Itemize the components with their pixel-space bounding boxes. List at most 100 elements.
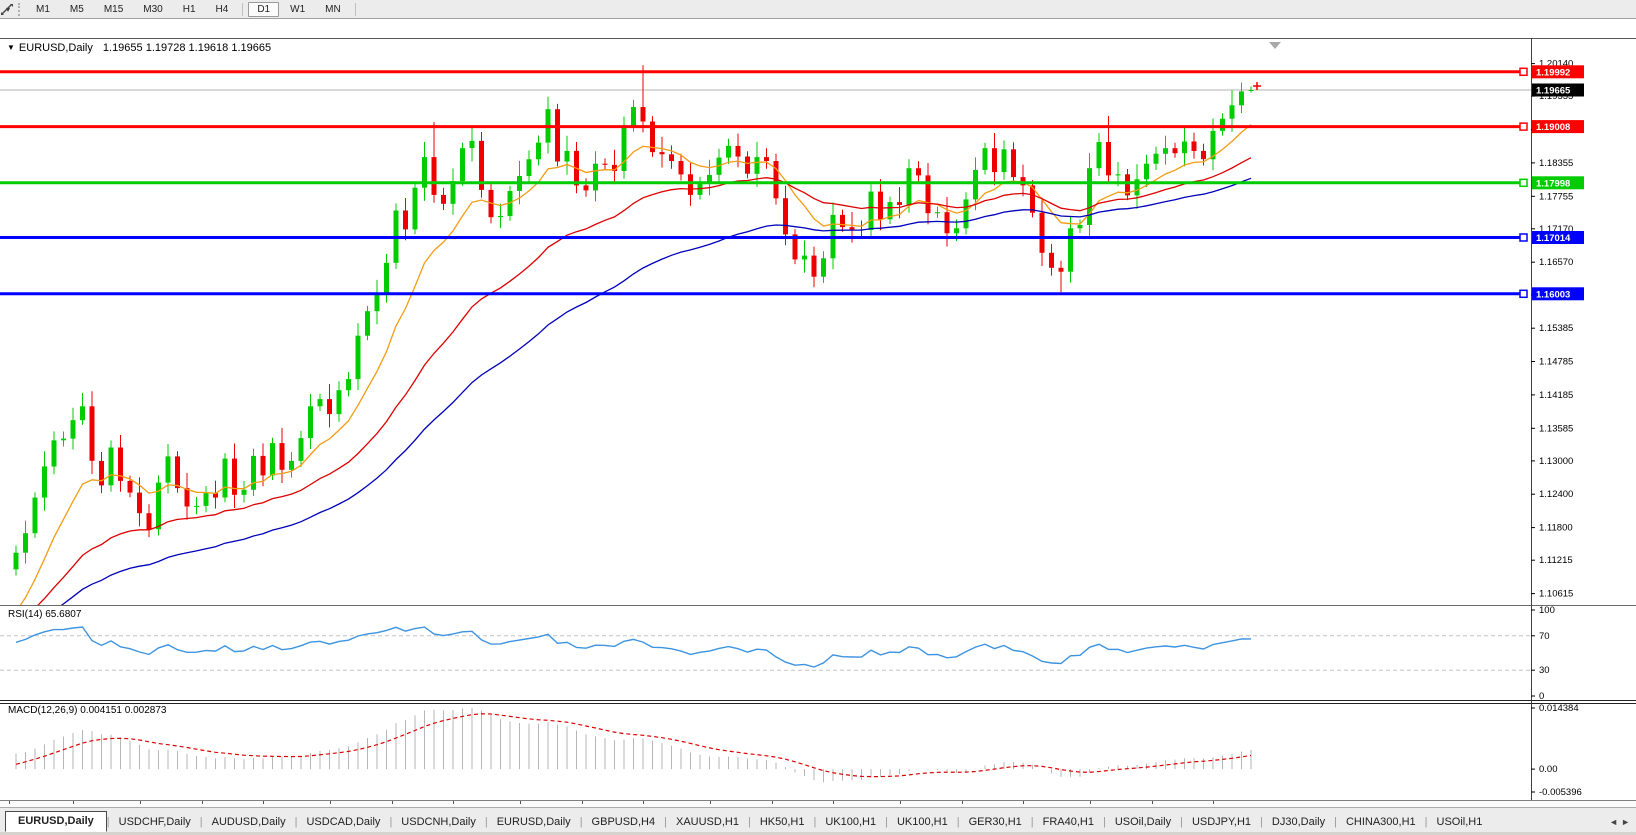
chart-tab-gbpusd-h4[interactable]: GBPUSD,H4 [583, 813, 665, 832]
date-tick [453, 801, 454, 804]
candle [811, 255, 817, 277]
shift-end-icon[interactable] [1269, 42, 1281, 49]
chart-tab-xauusd-h1[interactable]: XAUUSD,H1 [667, 813, 748, 832]
macd-pane[interactable]: 0.014384 0.00 -0.005396 [0, 700, 1636, 800]
level-line-handle[interactable] [1519, 289, 1528, 299]
candle [992, 148, 997, 173]
candle [1239, 91, 1244, 106]
macd-tick-label: 0.014384 [1539, 703, 1579, 714]
chart-tab-usoil-h1[interactable]: USOil,H1 [1428, 813, 1492, 832]
timeframe-button-m1[interactable]: M1 [27, 2, 59, 17]
candle [336, 390, 342, 415]
candle [317, 399, 323, 407]
chart-tab-fra40-h1[interactable]: FRA40,H1 [1034, 813, 1103, 832]
price-tick-label: 1.14185 [1539, 390, 1573, 401]
candle [925, 175, 931, 214]
chart-tab-uk100-h1[interactable]: UK100,H1 [888, 813, 957, 832]
price-tick-label: 1.11800 [1539, 523, 1573, 534]
chart-tab-hk50-h1[interactable]: HK50,H1 [751, 813, 814, 832]
date-tick [330, 801, 331, 804]
chart-tab-audusd-daily[interactable]: AUDUSD,Daily [203, 813, 295, 832]
chart-tab-usdchf-daily[interactable]: USDCHF,Daily [110, 813, 200, 832]
chart-tab-ger30-h1[interactable]: GER30,H1 [960, 813, 1031, 832]
price-tick-label: 1.18355 [1539, 158, 1573, 169]
candle [1115, 174, 1121, 176]
chart-tab-usdjpy-h1[interactable]: USDJPY,H1 [1183, 813, 1260, 832]
svg-text:1.19992: 1.19992 [1536, 67, 1570, 78]
candle [165, 456, 171, 483]
chart-ohlc-values: 1.19655 1.19728 1.19618 1.19665 [102, 42, 272, 54]
level-line-handle[interactable] [1519, 67, 1528, 77]
timeframe-button-mn[interactable]: MN [316, 2, 350, 17]
candle [374, 295, 380, 312]
tab-scroll-left-icon[interactable]: ◄ [1609, 817, 1621, 827]
date-tick [202, 801, 203, 804]
candle [621, 125, 627, 171]
timeframe-button-m30[interactable]: M30 [134, 2, 171, 17]
candle [659, 152, 665, 155]
candle [137, 492, 142, 514]
timeframe-button-h4[interactable]: H4 [207, 2, 238, 17]
candle [99, 460, 104, 486]
candle [431, 157, 437, 195]
tab-scroll-right-icon[interactable]: ► [1621, 817, 1633, 827]
timeframe-button-d1[interactable]: D1 [248, 1, 280, 17]
candle [42, 466, 47, 498]
price-chart[interactable]: 1.201401.195551.189551.183551.177551.171… [0, 38, 1636, 605]
chart-dropdown-icon[interactable]: ▼ [7, 43, 15, 52]
candle [1182, 141, 1187, 154]
candle [1220, 118, 1225, 131]
timeframe-button-m5[interactable]: M5 [61, 2, 93, 17]
timeframe-button-w1[interactable]: W1 [281, 2, 314, 17]
candle [935, 212, 940, 214]
level-line-handle[interactable] [1519, 122, 1528, 131]
rsi-tick-label: 30 [1539, 665, 1550, 676]
chart-symbol-label: EURUSD,Daily [18, 42, 93, 54]
chart-tab-china300-h1[interactable]: CHINA300,H1 [1337, 813, 1425, 832]
candle [897, 202, 902, 205]
candle [726, 145, 731, 158]
price-tick-label: 1.13000 [1539, 456, 1573, 467]
rsi-pane[interactable]: 100 70 30 0 [0, 605, 1636, 700]
svg-text:1.19008: 1.19008 [1536, 122, 1570, 133]
toolbar-separator [242, 2, 244, 16]
chart-tab-usdcad-daily[interactable]: USDCAD,Daily [297, 813, 389, 832]
macd-indicator-label: MACD(12,26,9) 0.004151 0.002873 [8, 705, 167, 716]
candle [365, 311, 370, 336]
candle [1077, 225, 1083, 229]
toolbar: ▾ M1 M5 M15 M30 H1 H4 D1 W1 MN [0, 0, 1636, 19]
candle [279, 443, 285, 470]
chart-tab-usoil-daily[interactable]: USOil,Daily [1106, 813, 1180, 832]
timeframe-button-m15[interactable]: M15 [95, 2, 132, 17]
candle [640, 107, 646, 122]
chart-tab-dj30-daily[interactable]: DJ30,Daily [1263, 813, 1334, 832]
timeframe-button-h1[interactable]: H1 [174, 2, 205, 17]
candle [403, 210, 408, 230]
date-tick [73, 801, 74, 804]
candle [526, 159, 532, 176]
draw-tool-button[interactable]: ▾ [0, 1, 14, 18]
chart-tab-eurusd-daily[interactable]: EURUSD,Daily [488, 813, 580, 832]
macd-tick-label: 0.00 [1539, 764, 1558, 775]
candle [441, 194, 446, 204]
candle [802, 255, 807, 260]
price-tick-label: 1.12400 [1539, 489, 1573, 500]
candle [944, 212, 950, 234]
candle [1001, 149, 1007, 173]
level-line-handle[interactable] [1519, 178, 1528, 188]
chart-tab-usdcnh-daily[interactable]: USDCNH,Daily [392, 813, 485, 832]
candle [298, 438, 304, 461]
date-tick [520, 801, 521, 804]
candle [308, 406, 313, 438]
candle [260, 455, 266, 476]
price-tick-label: 1.17755 [1539, 191, 1573, 202]
chart-tab-uk100-h1[interactable]: UK100,H1 [816, 813, 885, 832]
candle [1106, 142, 1111, 176]
candle [70, 420, 76, 439]
level-line-handle[interactable] [1519, 233, 1528, 242]
candle [1144, 163, 1149, 180]
candle [1011, 149, 1016, 178]
chart-tab-eurusd-daily[interactable]: EURUSD,Daily [5, 811, 107, 832]
ma-fast-line [19, 124, 1252, 605]
ma-slow-line [60, 177, 1252, 605]
